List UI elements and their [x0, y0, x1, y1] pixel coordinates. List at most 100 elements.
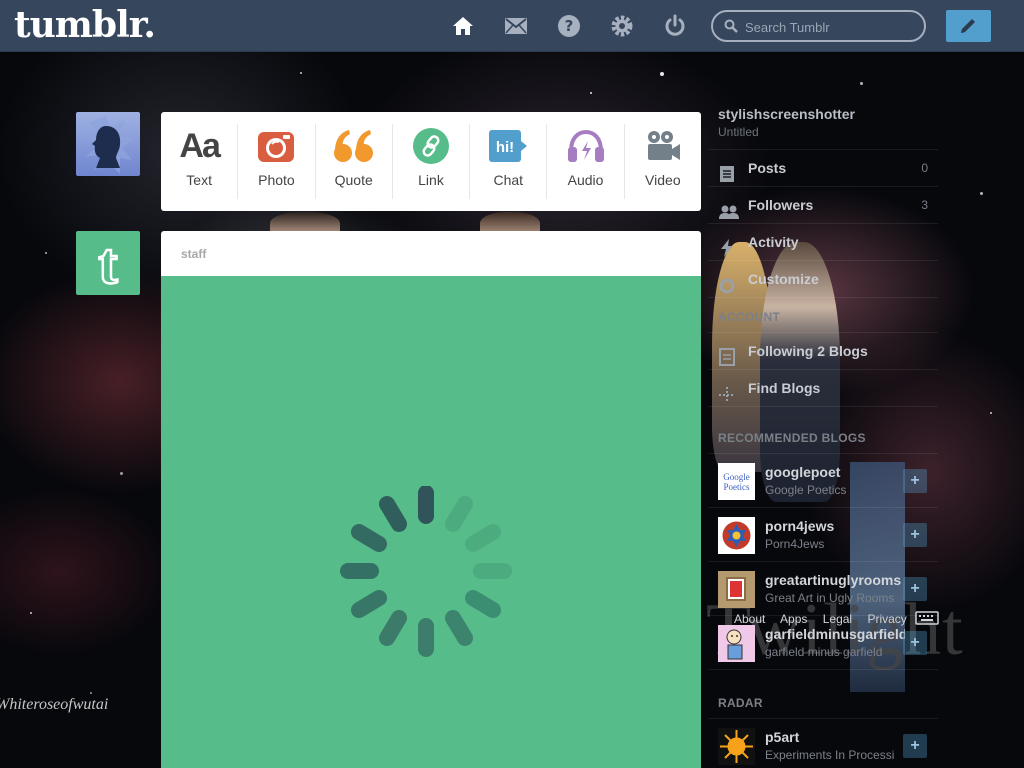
- search-icon: [724, 19, 738, 38]
- posts-count: 0: [921, 161, 928, 175]
- follow-button[interactable]: +: [903, 523, 927, 547]
- compose-button[interactable]: [946, 10, 991, 42]
- post-type-chat[interactable]: hi! Chat: [470, 124, 548, 199]
- follow-button[interactable]: +: [903, 734, 927, 758]
- user-avatar[interactable]: [76, 112, 140, 176]
- svg-text:?: ?: [565, 17, 574, 35]
- blog-thumbnail: [718, 571, 755, 608]
- blog-name: porn4jews: [765, 518, 835, 534]
- post-type-audio[interactable]: Audio: [547, 124, 625, 199]
- blog-title: Porn4Jews: [765, 537, 825, 551]
- star: [45, 252, 47, 254]
- star: [590, 92, 592, 94]
- star: [90, 692, 92, 694]
- pencil-icon: [961, 19, 975, 33]
- sidebar-item-label: Customize: [748, 271, 819, 287]
- post-type-text[interactable]: Aa Text: [161, 124, 239, 199]
- blog-name: stylishscreenshotter: [718, 106, 855, 122]
- recommended-blog[interactable]: greatartinuglyrooms Great Art in Ugly Ro…: [708, 562, 938, 616]
- search-box[interactable]: [711, 10, 926, 42]
- sidebar-item-label: Following 2 Blogs: [748, 343, 868, 359]
- keyboard-shortcuts-icon[interactable]: [915, 611, 939, 630]
- radar-blog[interactable]: p5art Experiments In Processing +: [708, 719, 938, 768]
- mail-icon[interactable]: [504, 14, 528, 38]
- star: [300, 72, 302, 74]
- right-sidebar: stylishscreenshotter Untitled Posts 0 Fo…: [708, 100, 938, 768]
- post-author[interactable]: staff: [161, 231, 701, 276]
- top-header: tumblr. ?: [0, 0, 1024, 52]
- quote-icon: [316, 128, 392, 164]
- camera-icon: [238, 128, 314, 164]
- blog-name: p5art: [765, 729, 800, 745]
- help-icon[interactable]: ?: [557, 14, 581, 38]
- staff-avatar[interactable]: t: [76, 231, 140, 295]
- star: [990, 412, 992, 414]
- settings-icon[interactable]: [610, 14, 634, 38]
- background-watermark: Whiteroseofwutai: [0, 696, 109, 713]
- radar-heading: RADAR: [708, 684, 938, 719]
- dashboard-post: staff: [161, 231, 701, 768]
- follow-button[interactable]: +: [903, 577, 927, 601]
- sidebar-item-activity[interactable]: Activity: [708, 224, 938, 261]
- blog-name: greatartinuglyrooms: [765, 572, 902, 588]
- post-type-bar: Aa Text Photo Quote Link hi! Chat Audio: [161, 112, 701, 211]
- recommended-blog[interactable]: Google Poetics googlepoet Google Poetics…: [708, 454, 938, 508]
- blog-title: garfield minus garfield: [765, 645, 883, 659]
- text-icon: Aa: [179, 126, 220, 165]
- customize-icon: [719, 271, 735, 308]
- link-icon: [393, 128, 469, 164]
- blog-subtitle: Untitled: [718, 125, 759, 139]
- blog-name: googlepoet: [765, 464, 841, 480]
- post-type-video[interactable]: Video: [625, 124, 701, 199]
- sidebar-item-find-blogs[interactable]: Find Blogs: [708, 370, 938, 407]
- blog-thumbnail: Google Poetics: [718, 463, 755, 500]
- footer-link-privacy[interactable]: Privacy: [867, 612, 906, 626]
- blog-title: Experiments In Processing: [765, 748, 895, 762]
- power-icon[interactable]: [663, 14, 687, 38]
- sidebar-item-label: Find Blogs: [748, 380, 821, 396]
- blog-thumbnail: [718, 517, 755, 554]
- headphones-icon: [547, 128, 623, 164]
- blog-thumbnail: [718, 728, 755, 765]
- follow-button[interactable]: +: [903, 469, 927, 493]
- recommended-blog[interactable]: porn4jews Porn4Jews +: [708, 508, 938, 562]
- home-icon[interactable]: [451, 14, 475, 38]
- video-camera-icon: [625, 128, 701, 164]
- blog-title: Great Art in Ugly Rooms: [765, 591, 895, 605]
- star: [120, 472, 123, 475]
- account-heading: ACCOUNT: [708, 298, 938, 333]
- sidebar-item-posts[interactable]: Posts 0: [708, 150, 938, 187]
- post-type-photo[interactable]: Photo: [238, 124, 316, 199]
- post-type-link[interactable]: Link: [393, 124, 471, 199]
- sidebar-item-label: Activity: [748, 234, 799, 250]
- star: [30, 612, 32, 614]
- find-blogs-icon: [719, 380, 735, 417]
- svg-text:hi!: hi!: [496, 139, 514, 156]
- blog-header[interactable]: stylishscreenshotter Untitled: [708, 100, 938, 150]
- post-media[interactable]: [161, 276, 701, 768]
- sidebar-item-customize[interactable]: Customize: [708, 261, 938, 298]
- post-type-quote[interactable]: Quote: [316, 124, 393, 199]
- chat-icon: hi!: [470, 128, 546, 164]
- tumblr-logo[interactable]: tumblr.: [14, 4, 156, 46]
- blog-thumbnail: [718, 625, 755, 662]
- star: [980, 192, 983, 195]
- footer-link-about[interactable]: About: [734, 612, 765, 626]
- followers-count: 3: [921, 198, 928, 212]
- star: [660, 72, 664, 76]
- loading-spinner-icon: [340, 486, 512, 657]
- search-input[interactable]: [745, 18, 915, 36]
- footer-links: About Apps Legal Privacy: [734, 612, 919, 626]
- sidebar-item-following[interactable]: Following 2 Blogs: [708, 333, 938, 370]
- follow-button[interactable]: +: [903, 631, 927, 655]
- footer-link-apps[interactable]: Apps: [780, 612, 807, 626]
- footer-link-legal[interactable]: Legal: [823, 612, 852, 626]
- svg-text:t: t: [98, 231, 118, 295]
- star: [860, 82, 863, 85]
- sidebar-item-label: Followers: [748, 197, 814, 213]
- recommended-heading: RECOMMENDED BLOGS: [708, 419, 938, 454]
- blog-name: garfieldminusgarfield: [765, 626, 905, 642]
- sidebar-item-label: Posts: [748, 160, 787, 176]
- blog-title: Google Poetics: [765, 483, 847, 497]
- sidebar-item-followers[interactable]: Followers 3: [708, 187, 938, 224]
